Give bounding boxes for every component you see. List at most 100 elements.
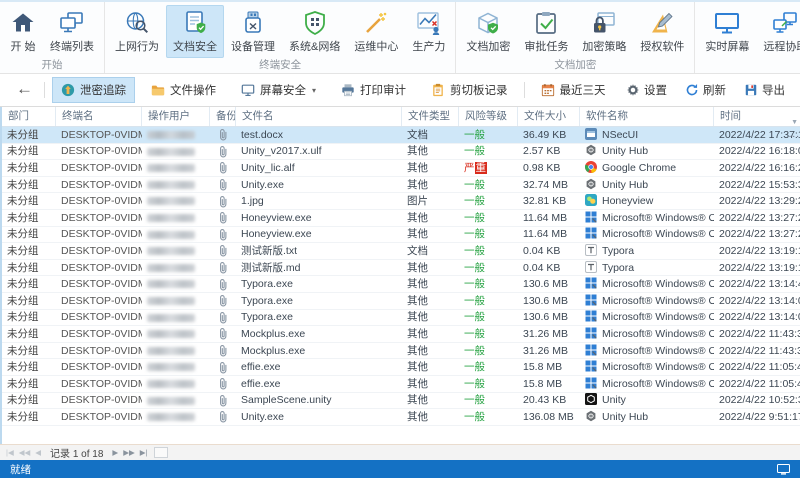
file-ops-icon [151, 83, 165, 97]
table-row[interactable]: 未分组 DESKTOP-0VIDMDJ Unity.exe 其他 一般 136.08 MB… [2, 409, 800, 426]
back-button[interactable]: ← [12, 79, 37, 101]
pager-first-button[interactable]: |◀ [6, 446, 14, 460]
paperclip-icon[interactable] [215, 278, 231, 291]
paperclip-icon[interactable] [215, 161, 231, 174]
ribbon-item-system-network[interactable]: 系统&网络 [282, 5, 347, 58]
paperclip-icon[interactable] [215, 178, 231, 191]
row-more-button[interactable]: ... [789, 127, 800, 143]
cell-time: 2022/4/22 11:43:38 [714, 326, 800, 342]
ribbon-item-remote-assist[interactable]: 远程协助 [756, 5, 800, 58]
table-row[interactable]: 未分组 DESKTOP-0VIDMDJ Mockplus.exe 其他 一般 31.26 … [2, 343, 800, 360]
pager-next-button[interactable]: ▶ [112, 446, 118, 460]
paperclip-icon[interactable] [215, 211, 231, 224]
risk-label: 一般 [464, 228, 485, 241]
table-row[interactable]: 未分组 DESKTOP-0VIDMDJ Unity.exe 其他 一般 32.74 MB U… [2, 177, 800, 194]
cell-terminal: DESKTOP-0VIDMDJ [61, 261, 142, 274]
column-header-0[interactable]: 部门 [2, 107, 56, 126]
column-header-9[interactable]: 时间 ▼ [714, 107, 800, 126]
pager-prev-page-button[interactable]: ◀◀ [19, 446, 31, 460]
column-header-2[interactable]: 操作用户 [142, 107, 210, 126]
toolbar-button-screen-security[interactable]: 屏幕安全 ▾ [232, 77, 325, 103]
column-header-7[interactable]: 文件大小 [518, 107, 580, 126]
toolbar-button-print-audit[interactable]: 打印审计 [332, 77, 415, 103]
time-value: 2022/4/22 13:27:25 [719, 211, 800, 224]
ribbon-item-doc-security[interactable]: 文档安全 [166, 5, 224, 58]
column-header-5[interactable]: 文件类型 [402, 107, 459, 126]
column-header-6[interactable]: 风险等级 [459, 107, 518, 126]
cell-dept: 未分组 [7, 327, 39, 340]
pager-prev-button[interactable]: ◀ [35, 446, 41, 460]
cell-filesize: 130.6 MB [523, 278, 568, 291]
paperclip-icon[interactable] [215, 195, 231, 208]
table-row[interactable]: 未分组 DESKTOP-0VIDMDJ Unity_v2017.x.ulf 其他 一般 2… [2, 144, 800, 161]
paperclip-icon[interactable] [215, 244, 231, 257]
paperclip-icon[interactable] [215, 311, 231, 324]
table-row[interactable]: 未分组 DESKTOP-0VIDMDJ Honeyview.exe 其他 一般 11.64… [2, 227, 800, 244]
cell-dept: 未分组 [7, 195, 39, 208]
paperclip-icon[interactable] [215, 261, 231, 274]
date-filter-button[interactable]: 最近三天 [532, 77, 615, 103]
cell-risk: 一般 [459, 276, 518, 292]
ribbon-item-approval-task[interactable]: 审批任务 [517, 5, 575, 58]
ribbon-item-encrypt-policy[interactable]: 加密策略 [575, 5, 633, 58]
column-header-label: 终端名 [62, 110, 94, 122]
ribbon-item-terminal-list[interactable]: 终端列表 [43, 5, 101, 58]
ribbon-item-doc-encrypt[interactable]: 文档加密 [459, 5, 517, 58]
ribbon-item-web-behavior[interactable]: 上网行为 [108, 5, 166, 58]
cell-terminal: DESKTOP-0VIDMDJ [61, 161, 142, 174]
cell-software: Honeyview [580, 193, 714, 209]
table-row[interactable]: 未分组 DESKTOP-0VIDMDJ SampleScene.unity 其他 一般 2… [2, 393, 800, 410]
cell-terminal: DESKTOP-0VIDMDJ [61, 278, 142, 291]
cell-filetype: 其他 [407, 261, 428, 274]
table-row[interactable]: 未分组 DESKTOP-0VIDMDJ Typora.exe 其他 一般 130.6 MB… [2, 293, 800, 310]
table-row[interactable]: 未分组 DESKTOP-0VIDMDJ effie.exe 其他 一般 15.8 MB Mi… [2, 359, 800, 376]
pager-last-button[interactable]: ▶| [140, 446, 148, 460]
ribbon-item-device-manage[interactable]: 设备管理 [224, 5, 282, 58]
table-row[interactable]: 未分组 DESKTOP-0VIDMDJ Unity_lic.alf 其他 严重 0.98 … [2, 160, 800, 177]
cell-software: Microsoft® Windows® Oper... [580, 359, 714, 375]
paperclip-icon[interactable] [215, 377, 231, 390]
paperclip-icon[interactable] [215, 228, 231, 241]
table-row[interactable]: 未分组 DESKTOP-0VIDMDJ Typora.exe 其他 一般 130.6 MB… [2, 310, 800, 327]
paperclip-icon[interactable] [215, 344, 231, 357]
table-row[interactable]: 未分组 DESKTOP-0VIDMDJ test.docx 文档 一般 36.49 KB N… [2, 127, 800, 144]
monitor-icon[interactable] [777, 463, 790, 475]
pager-next-page-button[interactable]: ▶▶ [123, 446, 135, 460]
filter-arrow-icon[interactable]: ▼ [791, 113, 798, 126]
ribbon-item-authorized-software[interactable]: 授权软件 [633, 5, 691, 58]
paperclip-icon[interactable] [215, 145, 231, 158]
column-header-8[interactable]: 软件名称 [580, 107, 714, 126]
pager-dropdown[interactable] [154, 447, 169, 458]
cell-filetype: 文档 [407, 128, 428, 141]
ribbon-item-home[interactable]: 开 始 [3, 5, 43, 58]
paperclip-icon[interactable] [215, 361, 231, 374]
toolbar-button-gear-small[interactable]: 设置 [623, 78, 670, 102]
column-header-3[interactable]: 备份 [210, 107, 236, 126]
table-row[interactable]: 未分组 DESKTOP-0VIDMDJ 1.jpg 图片 一般 32.81 KB Honey… [2, 193, 800, 210]
paperclip-icon[interactable] [215, 394, 231, 407]
cell-backup [210, 161, 236, 174]
toolbar-button-refresh[interactable]: 刷新 [682, 78, 729, 102]
ribbon-item-live-screen[interactable]: 实时屏幕 [698, 5, 756, 58]
cell-filesize: 0.04 KB [523, 244, 561, 257]
paperclip-icon[interactable] [215, 327, 231, 340]
table-row[interactable]: 未分组 DESKTOP-0VIDMDJ Honeyview.exe 其他 一般 11.64… [2, 210, 800, 227]
paperclip-icon[interactable] [215, 410, 231, 423]
table-row[interactable]: 未分组 DESKTOP-0VIDMDJ 测试新版.txt 文档 一般 0.04 KB Typ… [2, 243, 800, 260]
table-row[interactable]: 未分组 DESKTOP-0VIDMDJ 测试新版.md 其他 一般 0.04 KB Typo… [2, 260, 800, 277]
paperclip-icon[interactable] [215, 128, 231, 141]
column-header-4[interactable]: 文件名 [236, 107, 402, 126]
ribbon-item-productivity[interactable]: 生产力 [405, 5, 452, 58]
live-screen-icon [714, 10, 740, 36]
paperclip-icon[interactable] [215, 294, 231, 307]
software-name: Microsoft® Windows® Oper... [602, 211, 714, 224]
table-row[interactable]: 未分组 DESKTOP-0VIDMDJ Typora.exe 其他 一般 130.6 MB… [2, 276, 800, 293]
toolbar-button-clipboard-record[interactable]: 剪切板记录 [422, 77, 517, 103]
table-row[interactable]: 未分组 DESKTOP-0VIDMDJ Mockplus.exe 其他 一般 31.26 … [2, 326, 800, 343]
toolbar-button-leak-trace[interactable]: 泄密追踪 [52, 77, 135, 103]
toolbar-button-export[interactable]: 导出 [741, 78, 788, 102]
column-header-1[interactable]: 终端名 [56, 107, 142, 126]
toolbar-button-file-ops[interactable]: 文件操作 [142, 77, 225, 103]
ribbon-item-ops-center[interactable]: 运维中心 [347, 5, 405, 58]
table-row[interactable]: 未分组 DESKTOP-0VIDMDJ effie.exe 其他 一般 15.8 MB Mi… [2, 376, 800, 393]
